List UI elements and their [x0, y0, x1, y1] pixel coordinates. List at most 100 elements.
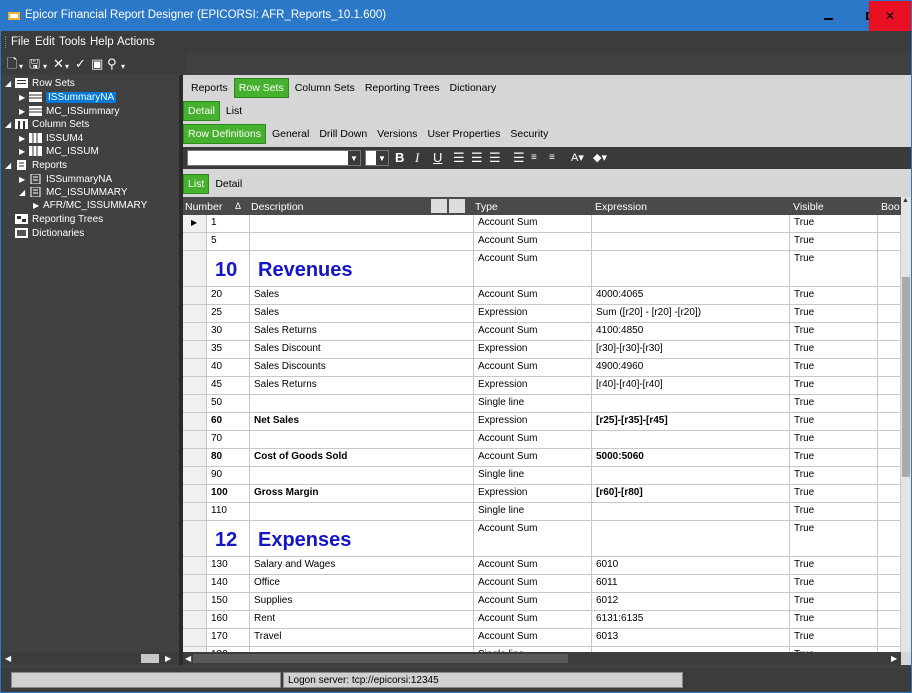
cell-description[interactable]: Salary and Wages: [250, 557, 474, 574]
cell-expression[interactable]: [592, 233, 790, 250]
save-icon[interactable]: 🖫: [29, 56, 40, 72]
expand-arrow-icon[interactable]: ▶: [19, 93, 29, 102]
cell-visible[interactable]: True: [790, 485, 878, 502]
cell-boo[interactable]: [878, 215, 901, 232]
cell-expression[interactable]: 4000:4065: [592, 287, 790, 304]
cell-boo[interactable]: [878, 503, 901, 520]
cell-expression[interactable]: 5000:5060: [592, 449, 790, 466]
cell-boo[interactable]: [878, 305, 901, 322]
cell-boo[interactable]: [878, 233, 901, 250]
tree-item-column-sets[interactable]: ◢ Column Sets: [5, 118, 89, 130]
cell-visible[interactable]: True: [790, 359, 878, 376]
expand-arrow-icon[interactable]: ◢: [5, 79, 15, 88]
row-indicator[interactable]: [183, 629, 207, 646]
cell-description[interactable]: Sales Returns: [250, 323, 474, 340]
table-row[interactable]: 10 Revenues Account Sum True: [183, 251, 901, 287]
cell-boo[interactable]: [878, 341, 901, 358]
cell-expression[interactable]: [r30]-[r30]-[r30]: [592, 341, 790, 358]
tree-item-reporting-trees[interactable]: Reporting Trees: [15, 213, 103, 225]
tree-item-row-sets[interactable]: ◢ Row Sets: [5, 77, 75, 89]
cell-visible[interactable]: True: [790, 233, 878, 250]
cell-visible[interactable]: True: [790, 251, 878, 286]
cell-boo[interactable]: [878, 431, 901, 448]
cell-type[interactable]: Account Sum: [474, 629, 592, 646]
tree-item-report-issummaryna[interactable]: ▶ ISSummaryNA: [19, 173, 112, 185]
cell-boo[interactable]: [878, 377, 901, 394]
check-icon[interactable]: ✓: [75, 56, 86, 72]
table-row[interactable]: 12 Expenses Account Sum True: [183, 521, 901, 557]
tab-row-sets[interactable]: Row Sets: [233, 78, 289, 98]
row-indicator[interactable]: ▶: [183, 215, 207, 232]
cell-type[interactable]: Account Sum: [474, 575, 592, 592]
cell-expression[interactable]: 6010: [592, 557, 790, 574]
chevron-down-icon[interactable]: ▼: [376, 151, 388, 165]
tab-general[interactable]: General: [268, 125, 313, 143]
cell-description[interactable]: Sales: [250, 305, 474, 322]
cell-type[interactable]: Expression: [474, 413, 592, 430]
fill-color-icon[interactable]: ◆▾: [593, 149, 607, 167]
cell-description[interactable]: Rent: [250, 611, 474, 628]
table-row[interactable]: 100 Gross Margin Expression [r60]-[r80] True: [183, 485, 901, 503]
tab-list[interactable]: List: [222, 102, 246, 120]
row-indicator[interactable]: [183, 395, 207, 412]
cell-expression[interactable]: [592, 395, 790, 412]
cell-number[interactable]: 130: [207, 557, 250, 574]
indent-icon[interactable]: ≡: [531, 149, 537, 167]
cell-type[interactable]: Account Sum: [474, 521, 592, 556]
cell-number[interactable]: 110: [207, 503, 250, 520]
row-indicator[interactable]: [183, 413, 207, 430]
tree-item-report-mc-issummary[interactable]: ◢ MC_ISSUMMARY: [19, 186, 128, 198]
cell-expression[interactable]: 6011: [592, 575, 790, 592]
cell-type[interactable]: Account Sum: [474, 449, 592, 466]
tab-grid-list[interactable]: List: [183, 174, 210, 194]
cell-boo[interactable]: [878, 629, 901, 646]
title-bar[interactable]: Epicor Financial Report Designer (EPICOR…: [1, 1, 911, 31]
cell-boo[interactable]: [878, 395, 901, 412]
collapse-icon[interactable]: [431, 199, 447, 213]
cell-description[interactable]: Expenses: [250, 521, 474, 556]
cell-visible[interactable]: True: [790, 323, 878, 340]
row-indicator[interactable]: [183, 431, 207, 448]
cell-description[interactable]: [250, 467, 474, 484]
cell-visible[interactable]: True: [790, 287, 878, 304]
expand-arrow-icon[interactable]: ▶: [33, 201, 43, 210]
cell-number[interactable]: 90: [207, 467, 250, 484]
tab-reporting-trees[interactable]: Reporting Trees: [361, 79, 444, 97]
close-button[interactable]: ✕: [869, 1, 911, 31]
table-row[interactable]: 60 Net Sales Expression [r25]-[r35]-[r45] Tr…: [183, 413, 901, 431]
cell-number[interactable]: 160: [207, 611, 250, 628]
cell-boo[interactable]: [878, 413, 901, 430]
cell-visible[interactable]: True: [790, 611, 878, 628]
new-dropdown-icon[interactable]: ▾: [19, 59, 23, 75]
cell-type[interactable]: Account Sum: [474, 323, 592, 340]
cell-visible[interactable]: True: [790, 467, 878, 484]
cell-description[interactable]: Sales Returns: [250, 377, 474, 394]
row-indicator[interactable]: [183, 503, 207, 520]
scroll-right-icon[interactable]: ▶: [891, 652, 897, 665]
menu-tools[interactable]: Tools: [59, 36, 86, 48]
cell-number[interactable]: 25: [207, 305, 250, 322]
cell-description[interactable]: Revenues: [250, 251, 474, 286]
expand-arrow-icon[interactable]: ◢: [5, 120, 15, 129]
cell-description[interactable]: Gross Margin: [250, 485, 474, 502]
tab-column-sets[interactable]: Column Sets: [291, 79, 359, 97]
table-row[interactable]: 130 Salary and Wages Account Sum 6010 True: [183, 557, 901, 575]
column-header-visible[interactable]: Visible: [793, 201, 824, 213]
row-indicator[interactable]: [183, 233, 207, 250]
cell-boo[interactable]: [878, 251, 901, 286]
row-indicator[interactable]: [183, 323, 207, 340]
table-row[interactable]: 140 Office Account Sum 6011 True: [183, 575, 901, 593]
table-row[interactable]: 70 Account Sum True: [183, 431, 901, 449]
cell-type[interactable]: Single line: [474, 503, 592, 520]
calendar-icon[interactable]: ▣: [91, 56, 103, 72]
cell-type[interactable]: Single line: [474, 467, 592, 484]
tab-versions[interactable]: Versions: [373, 125, 421, 143]
row-indicator[interactable]: [183, 305, 207, 322]
table-row[interactable]: 20 Sales Account Sum 4000:4065 True: [183, 287, 901, 305]
tab-security[interactable]: Security: [506, 125, 552, 143]
cell-boo[interactable]: [878, 287, 901, 304]
align-left-icon[interactable]: ☰: [453, 149, 465, 167]
cell-number[interactable]: 10: [207, 251, 250, 286]
cell-description[interactable]: Sales Discount: [250, 341, 474, 358]
row-indicator[interactable]: [183, 467, 207, 484]
